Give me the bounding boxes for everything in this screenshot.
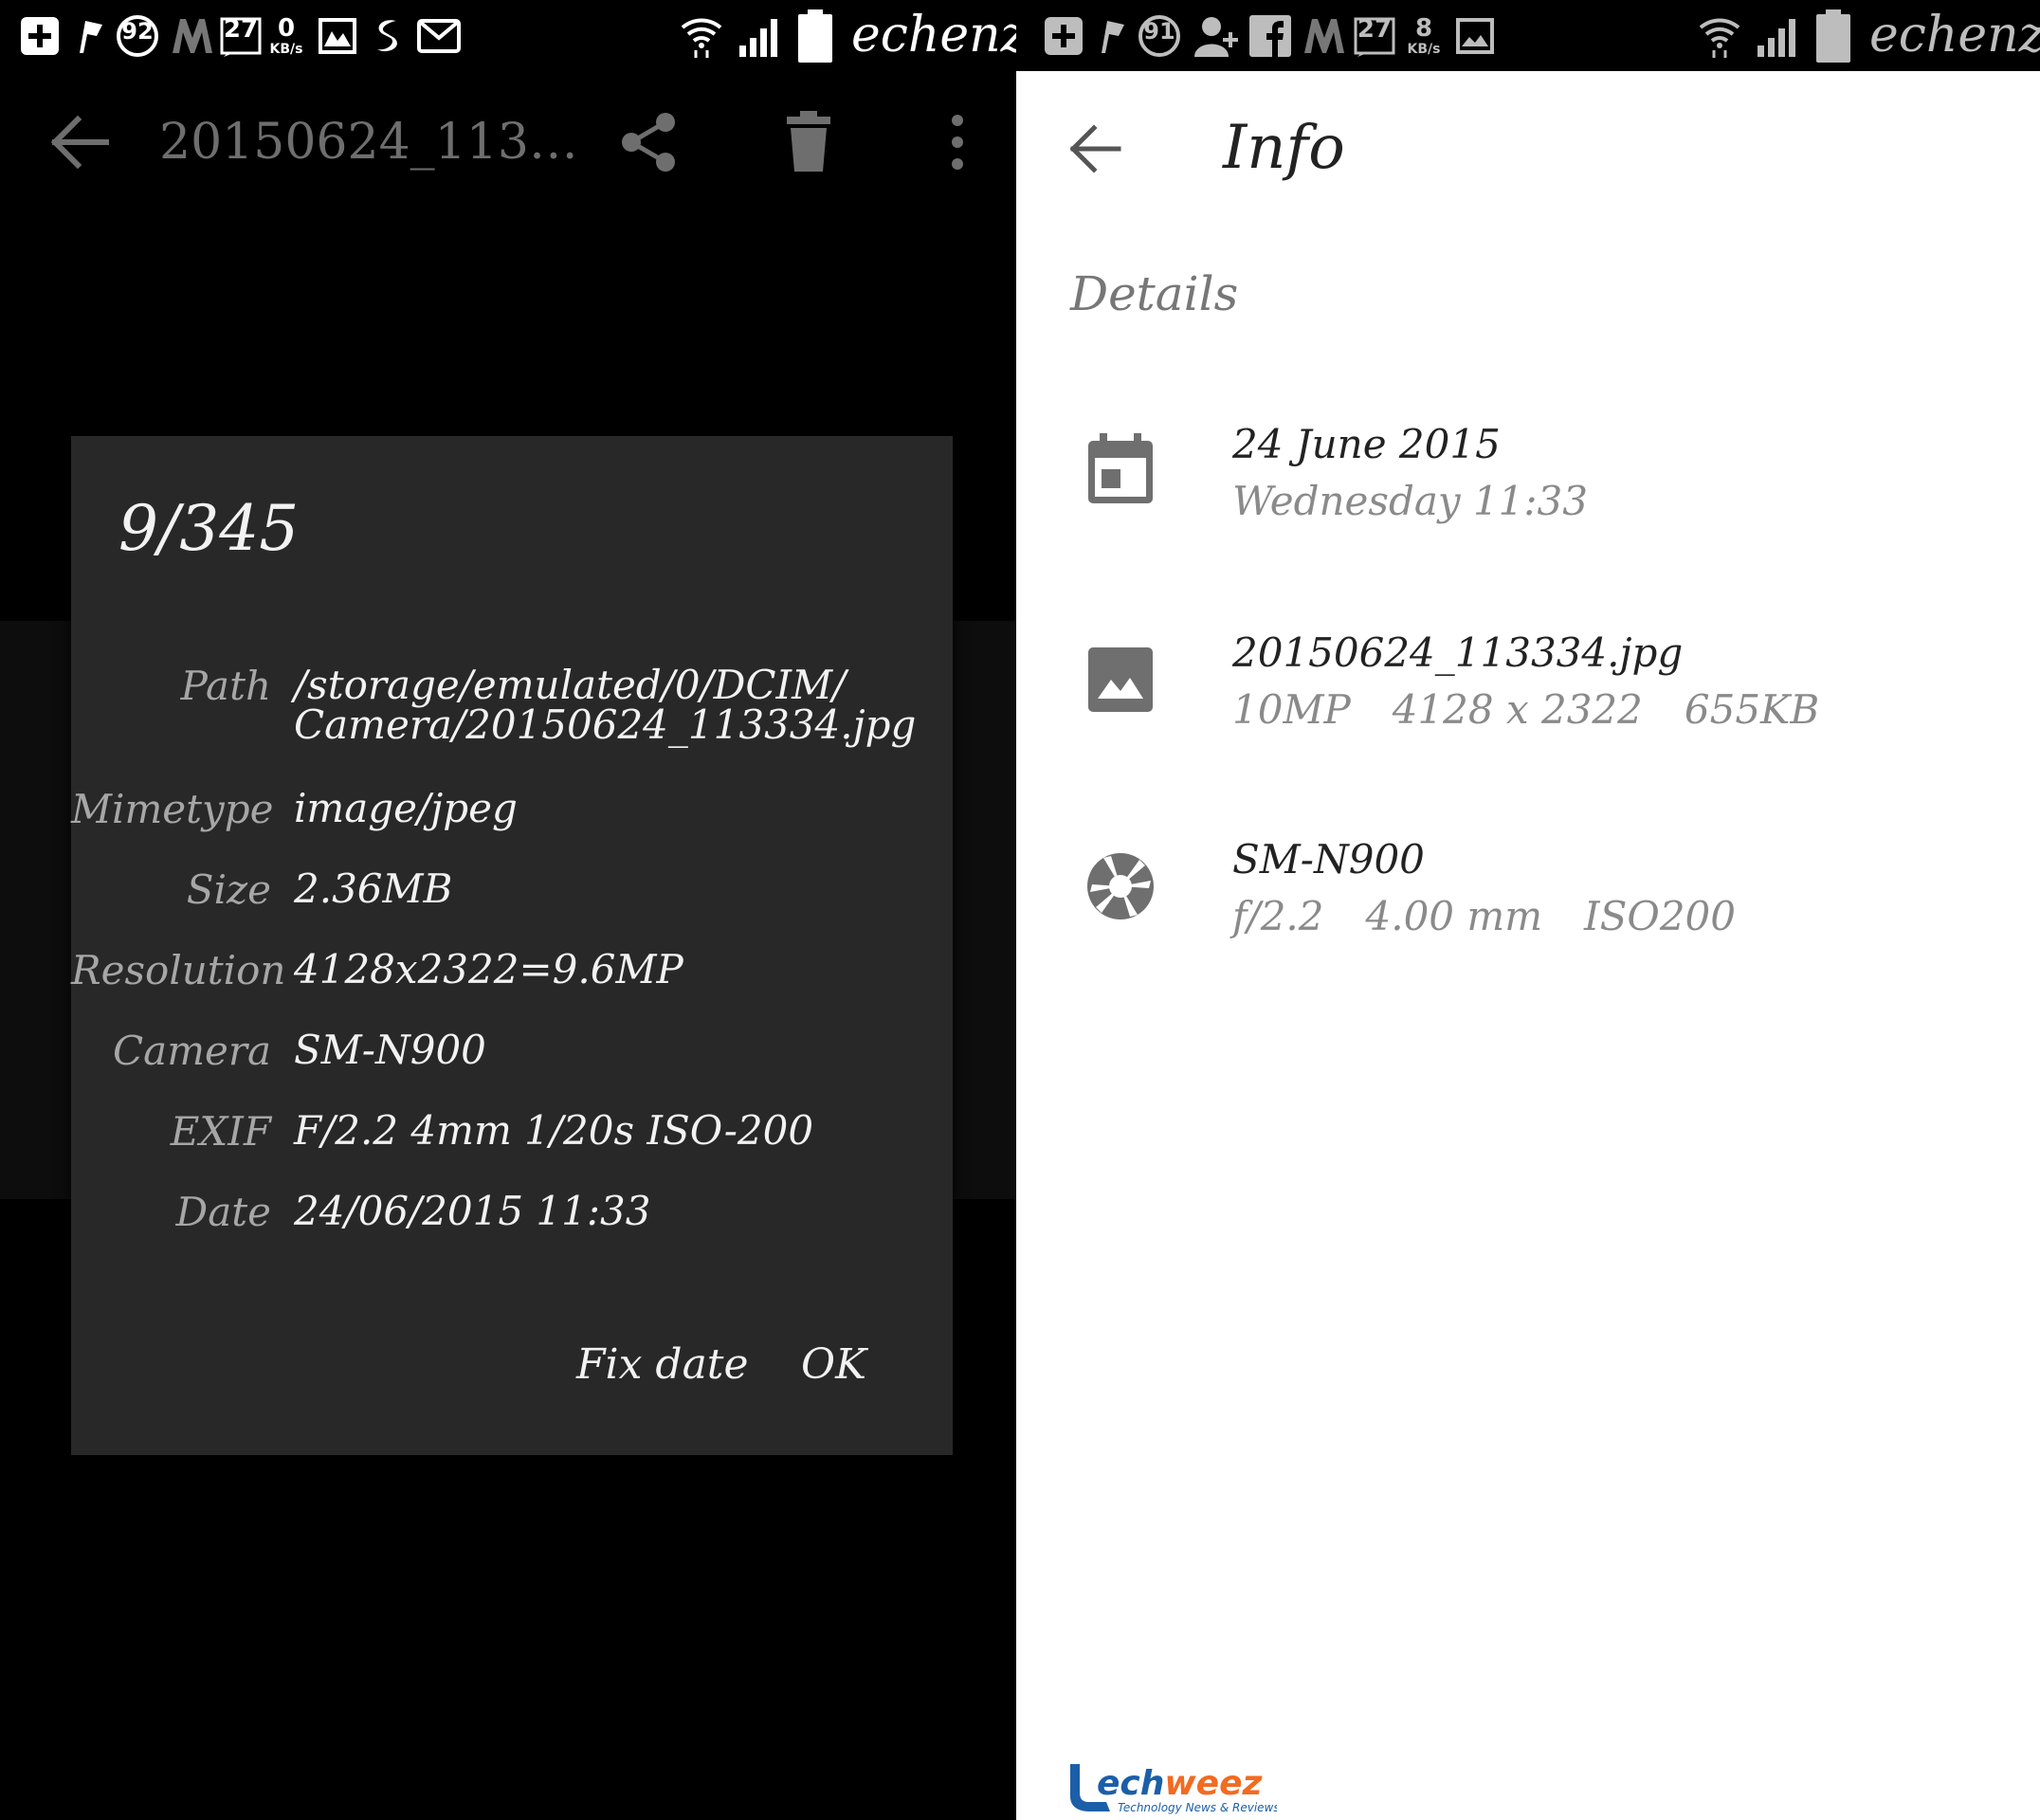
facebook-icon — [1249, 9, 1291, 63]
detail-value: 24/06/2015 11:33 — [294, 1188, 651, 1234]
detail-value: 4128x2322=9.6MP — [294, 946, 683, 992]
battery-icon — [1816, 9, 1850, 63]
detail-label: Size — [186, 866, 271, 913]
m-app-icon — [171, 9, 214, 63]
signal-strength-icon — [738, 9, 785, 63]
s-app-icon — [372, 9, 404, 63]
camera-aperture-icon — [1083, 848, 1158, 924]
aperture: f/2.2 — [1232, 893, 1324, 939]
detail-primary-text: 24 June 2015 — [1232, 421, 1501, 467]
detail-label: Date — [175, 1189, 271, 1235]
detail-secondary-text: Wednesday 11:33 — [1232, 477, 1630, 526]
details-section-header: Details — [1070, 266, 1239, 321]
carrier-name: echenze — [1869, 7, 2040, 64]
detail-row-exif: EXIF F/2.2 4mm 1/20s ISO-200 — [71, 1111, 953, 1153]
file-size: 655KB — [1684, 686, 1820, 733]
flag-icon — [76, 9, 104, 63]
health-plus-icon — [1045, 9, 1083, 63]
share-icon[interactable] — [616, 109, 683, 175]
detail-value: SM-N900 — [294, 1027, 486, 1073]
detail-secondary-text: f/2.2 4.00 mm ISO200 — [1232, 892, 1777, 941]
detail-label: Path — [180, 663, 271, 709]
photos-info-screen: 91 27 8 KB/s echenze — [1016, 0, 2040, 1820]
dimensions: 4128 x 2322 — [1392, 686, 1643, 733]
carrier-name: echenze — [851, 7, 1016, 64]
day-time: Wednesday 11:33 — [1232, 478, 1588, 524]
detail-value: image/jpeg — [294, 785, 518, 831]
detail-value: 2.36MB — [294, 865, 453, 912]
notification-count-badge: 91 — [1138, 9, 1181, 63]
file-name-title: 20150624_113… — [159, 114, 578, 171]
techweez-logo: echweez Technology News & Reviews — [1068, 1758, 1280, 1817]
detail-row-path: Path /storage/emulated/0/DCIM/ Camera/20… — [71, 665, 953, 745]
detail-row-date: Date 24/06/2015 11:33 — [71, 1192, 953, 1233]
iso: ISO200 — [1584, 893, 1736, 939]
back-arrow-icon[interactable] — [47, 109, 114, 175]
svg-text:echweez: echweez — [1097, 1764, 1263, 1803]
image-icon — [1083, 642, 1158, 718]
gallery-details-screen: 92 27 0 KB/s echenze — [0, 0, 1016, 1820]
detail-row-size: Size 2.36MB — [71, 869, 953, 911]
image-counter: 9/345 — [118, 492, 300, 565]
viewer-toolbar: 20150624_113… — [0, 71, 1016, 213]
megapixels: 10MP — [1232, 686, 1351, 733]
flag-icon — [1098, 9, 1126, 63]
network-speed-indicator: 8 KB/s — [1407, 14, 1441, 57]
gmail-icon — [417, 9, 461, 63]
detail-value: /storage/emulated/0/DCIM/ Camera/2015062… — [294, 662, 917, 748]
detail-camera-row: SM-N900 f/2.2 4.00 mm ISO200 — [1016, 828, 2040, 979]
battery-icon — [798, 9, 832, 63]
detail-date-row: 24 June 2015 Wednesday 11:33 — [1016, 412, 2040, 564]
m-app-icon — [1302, 9, 1346, 63]
notification-count-badge: 92 — [116, 9, 159, 63]
detail-row-mimetype: Mimetype image/jpeg — [71, 789, 953, 830]
health-plus-icon — [21, 9, 59, 63]
detail-primary-text: 20150624_113334.jpg — [1232, 629, 1684, 676]
detail-value: F/2.2 4mm 1/20s ISO-200 — [294, 1107, 814, 1154]
detail-label: Resolution — [71, 947, 286, 993]
calendar-icon — [1083, 431, 1158, 507]
add-contact-icon — [1193, 9, 1242, 63]
calendar-date-icon: 27 — [1354, 9, 1395, 63]
back-arrow-icon[interactable] — [1066, 118, 1126, 179]
detail-label: Camera — [113, 1028, 271, 1074]
detail-primary-text: SM-N900 — [1232, 836, 1425, 883]
gallery-notification-icon — [319, 9, 356, 63]
fix-date-button[interactable]: Fix date — [576, 1337, 749, 1393]
detail-secondary-text: 10MP 4128 x 2322 655KB — [1232, 685, 1861, 735]
signal-strength-icon — [1756, 9, 1803, 63]
overflow-menu-icon[interactable] — [938, 109, 976, 175]
detail-label: Mimetype — [71, 786, 274, 832]
focal-length: 4.00 mm — [1365, 893, 1543, 939]
detail-file-row: 20150624_113334.jpg 10MP 4128 x 2322 655KB — [1016, 621, 2040, 773]
trash-icon[interactable] — [775, 109, 842, 175]
detail-row-resolution: Resolution 4128x2322=9.6MP — [71, 950, 953, 992]
calendar-date-icon: 27 — [220, 9, 262, 63]
details-dialog: 9/345 Path /storage/emulated/0/DCIM/ Cam… — [71, 436, 953, 1455]
status-bar: 92 27 0 KB/s echenze — [0, 0, 1016, 71]
wifi-icon — [1697, 9, 1742, 63]
detail-row-camera: Camera SM-N900 — [71, 1030, 953, 1072]
network-speed-indicator: 0 KB/s — [269, 14, 303, 57]
detail-label: EXIF — [170, 1108, 271, 1155]
ok-button[interactable]: OK — [801, 1337, 866, 1393]
wifi-icon — [679, 9, 724, 63]
page-title: Info — [1223, 113, 1345, 183]
info-toolbar: Info — [1016, 71, 2040, 232]
image-notification-icon — [1456, 9, 1494, 63]
status-bar: 91 27 8 KB/s echenze — [1016, 0, 2040, 71]
svg-text:Technology News & Reviews: Technology News & Reviews — [1118, 1801, 1277, 1814]
